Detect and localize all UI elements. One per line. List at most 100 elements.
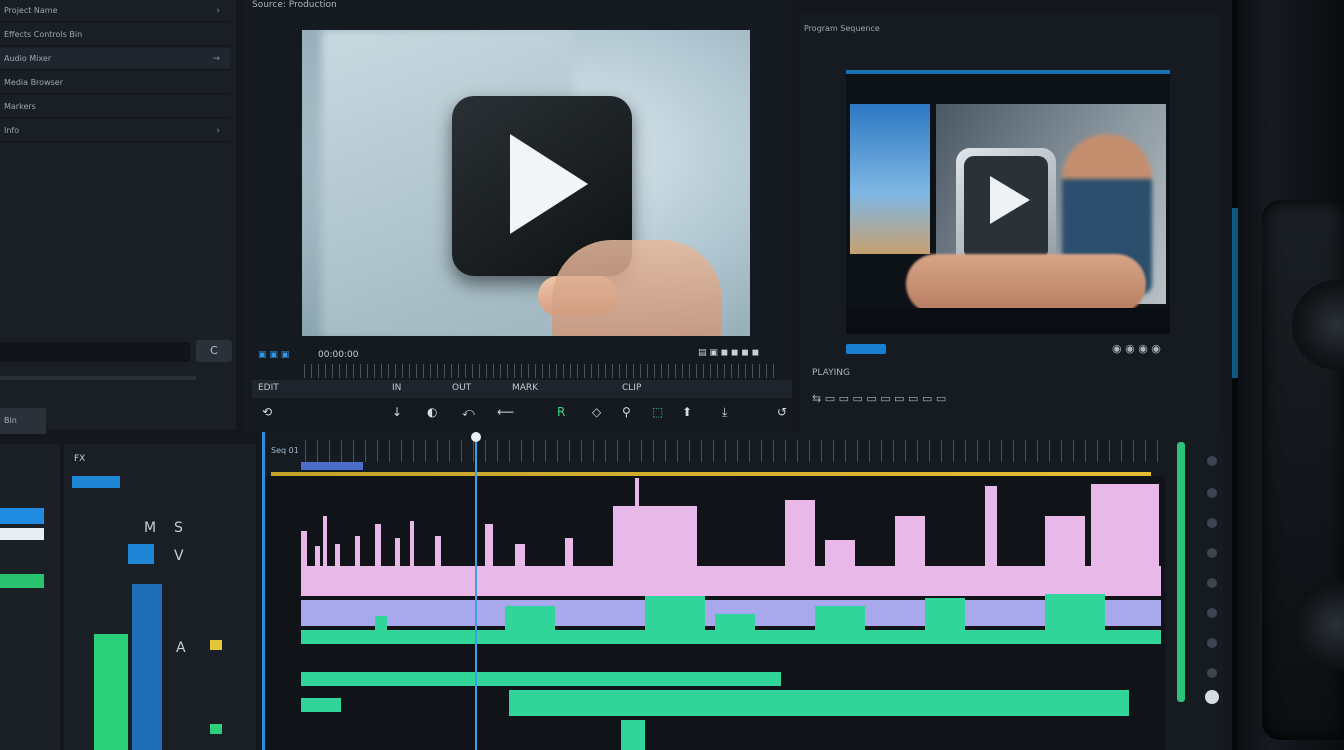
record-icon[interactable]: R bbox=[557, 405, 565, 419]
source-button-row: EDIT IN OUT MARK CLIP bbox=[252, 380, 792, 398]
source-controls: ▣ ▣ ▣ 00:00:00 ▤ ▣ ◼ ◼ ◼ ◼ bbox=[258, 346, 788, 366]
track-option-icon[interactable] bbox=[1207, 548, 1217, 558]
sequence-label: Seq 01 bbox=[271, 446, 299, 455]
level-indicator bbox=[210, 724, 222, 734]
monitor-screen: Project Name › Effects Controls Bin Audio… bbox=[0, 0, 1238, 750]
insert-icon[interactable]: ↓ bbox=[392, 405, 402, 419]
project-row[interactable]: Info › bbox=[0, 120, 230, 142]
video-hand bbox=[552, 240, 722, 336]
zoom-handle[interactable] bbox=[1205, 690, 1219, 704]
track-option-icon[interactable] bbox=[1207, 488, 1217, 498]
timeline-tracks[interactable] bbox=[265, 476, 1165, 750]
playhead-handle[interactable] bbox=[471, 432, 481, 442]
overlay-icon[interactable]: ◐ bbox=[427, 405, 437, 419]
time-ruler[interactable] bbox=[305, 440, 1165, 462]
lift-icon[interactable]: ⬆ bbox=[682, 405, 692, 419]
program-monitor: Program Sequence ◉ ◉ ◉ ◉ PLAYING ⇆ ▭ ▭ ▭… bbox=[800, 14, 1220, 432]
program-controls: ◉ ◉ ◉ ◉ PLAYING ⇆ ▭ ▭ ▭ ▭ ▭ ▭ ▭ ▭ ▭ bbox=[812, 342, 1212, 424]
video-window-sky bbox=[850, 104, 930, 254]
audio-icon[interactable]: ⚲ bbox=[622, 405, 631, 419]
playback-status-badge bbox=[846, 344, 886, 354]
marker-icon[interactable]: ▣ ▣ ▣ bbox=[258, 350, 289, 360]
playhead[interactable] bbox=[471, 432, 481, 750]
volume-fader-blue[interactable] bbox=[132, 584, 162, 750]
mute-button[interactable]: M bbox=[144, 520, 156, 536]
timeline-header: Seq 01 bbox=[265, 432, 1223, 476]
edit-button[interactable]: EDIT bbox=[258, 383, 279, 393]
play-triangle bbox=[510, 134, 588, 234]
settings-icon[interactable]: ◉ ◉ ◉ ◉ bbox=[1112, 342, 1161, 355]
track-option-icon[interactable] bbox=[1207, 578, 1217, 588]
speaker-cone bbox=[1292, 580, 1344, 670]
mixer-label-fx: FX bbox=[74, 454, 86, 464]
source-toolbar: ⟲ ↓ ◐ ⤺ ⟵ R ◇ ⚲ ⬚ ⬆ ⤓ ↺ bbox=[252, 400, 792, 426]
work-area-bar[interactable] bbox=[301, 462, 363, 470]
mixer-track-button[interactable] bbox=[72, 476, 120, 488]
mark-out-button[interactable]: OUT bbox=[452, 383, 471, 393]
timeline-panel: Seq 01 bbox=[262, 432, 1223, 750]
vertical-scrollbar[interactable] bbox=[1177, 442, 1185, 702]
source-monitor: Source: Production ▣ ▣ ▣ 00:00:00 ▤ ▣ ◼ … bbox=[244, 0, 792, 432]
chevron-right-icon: › bbox=[216, 126, 220, 136]
track-option-icon[interactable] bbox=[1207, 638, 1217, 648]
chevron-right-icon: › bbox=[216, 6, 220, 16]
tools-panel bbox=[0, 444, 60, 750]
tab-bin[interactable]: Bin bbox=[0, 408, 46, 434]
project-row-label: Audio Mixer bbox=[4, 54, 52, 63]
program-status: PLAYING bbox=[812, 368, 850, 378]
project-row-label: Media Browser bbox=[4, 78, 63, 87]
project-row[interactable]: Markers bbox=[0, 96, 230, 118]
source-ruler[interactable] bbox=[304, 364, 774, 378]
project-row-label: Markers bbox=[4, 102, 36, 111]
pink-track[interactable] bbox=[301, 478, 1161, 596]
project-row-label: Effects Controls Bin bbox=[4, 30, 83, 39]
export-frame-icon[interactable]: ⬚ bbox=[652, 405, 663, 419]
record-arm-button[interactable] bbox=[128, 544, 154, 564]
project-row[interactable]: Effects Controls Bin bbox=[0, 24, 230, 46]
transport-icons[interactable]: ⇆ ▭ ▭ ▭ ▭ ▭ ▭ ▭ ▭ ▭ bbox=[812, 392, 946, 405]
play-icon bbox=[956, 148, 1056, 268]
timeline-scroll-panel bbox=[1165, 432, 1223, 750]
program-monitor-title: Program Sequence bbox=[804, 24, 880, 33]
video-hands bbox=[906, 254, 1146, 314]
clip-button[interactable]: CLIP bbox=[622, 383, 641, 393]
timecode-label: 00:00:00 bbox=[318, 350, 359, 360]
tool-audio-level[interactable] bbox=[0, 574, 44, 588]
audio-toggle[interactable]: A bbox=[176, 640, 186, 656]
tool-selected[interactable] bbox=[0, 508, 44, 524]
speaker bbox=[1262, 200, 1344, 740]
audio-mixer: FX M S V A bbox=[64, 444, 256, 750]
search-button[interactable]: C bbox=[196, 340, 232, 362]
rewind-icon[interactable]: ⟵ bbox=[497, 405, 514, 419]
loop-icon[interactable]: ⤺ bbox=[462, 405, 475, 420]
extract-icon[interactable]: ⤓ bbox=[722, 405, 727, 420]
search-input[interactable] bbox=[0, 342, 190, 362]
video-toggle[interactable]: V bbox=[174, 548, 184, 564]
tool-highlight[interactable] bbox=[0, 528, 44, 540]
add-marker-button[interactable]: MARK bbox=[512, 383, 538, 393]
scrollbar[interactable] bbox=[0, 376, 196, 380]
photo-stage: Project Name › Effects Controls Bin Audio… bbox=[0, 0, 1344, 750]
mark-in-button[interactable]: IN bbox=[392, 383, 401, 393]
source-video-frame[interactable] bbox=[302, 30, 750, 336]
project-row-label: Project Name bbox=[4, 6, 58, 15]
solo-button[interactable]: S bbox=[174, 520, 183, 536]
volume-fader-green[interactable] bbox=[94, 634, 128, 750]
track-option-icon[interactable] bbox=[1207, 668, 1217, 678]
shield-icon[interactable]: ◇ bbox=[592, 405, 601, 419]
project-row[interactable]: Project Name › bbox=[0, 0, 230, 22]
step-back-icon[interactable]: ⟲ bbox=[262, 405, 272, 419]
track-option-icon[interactable] bbox=[1207, 518, 1217, 528]
refresh-icon[interactable]: ↺ bbox=[777, 405, 787, 419]
chevron-right-icon: → bbox=[212, 54, 220, 64]
speaker-cone bbox=[1292, 280, 1344, 370]
video-letterbox bbox=[846, 308, 1170, 334]
settings-icon[interactable]: ▤ ▣ ◼ ◼ ◼ ◼ bbox=[698, 348, 759, 358]
source-monitor-title: Source: Production bbox=[252, 0, 337, 10]
project-row[interactable]: Audio Mixer → bbox=[0, 48, 230, 70]
project-row[interactable]: Media Browser bbox=[0, 72, 230, 94]
program-video-frame[interactable] bbox=[846, 70, 1170, 334]
zoom-icon[interactable] bbox=[1207, 456, 1217, 466]
play-triangle bbox=[990, 176, 1030, 224]
track-option-icon[interactable] bbox=[1207, 608, 1217, 618]
